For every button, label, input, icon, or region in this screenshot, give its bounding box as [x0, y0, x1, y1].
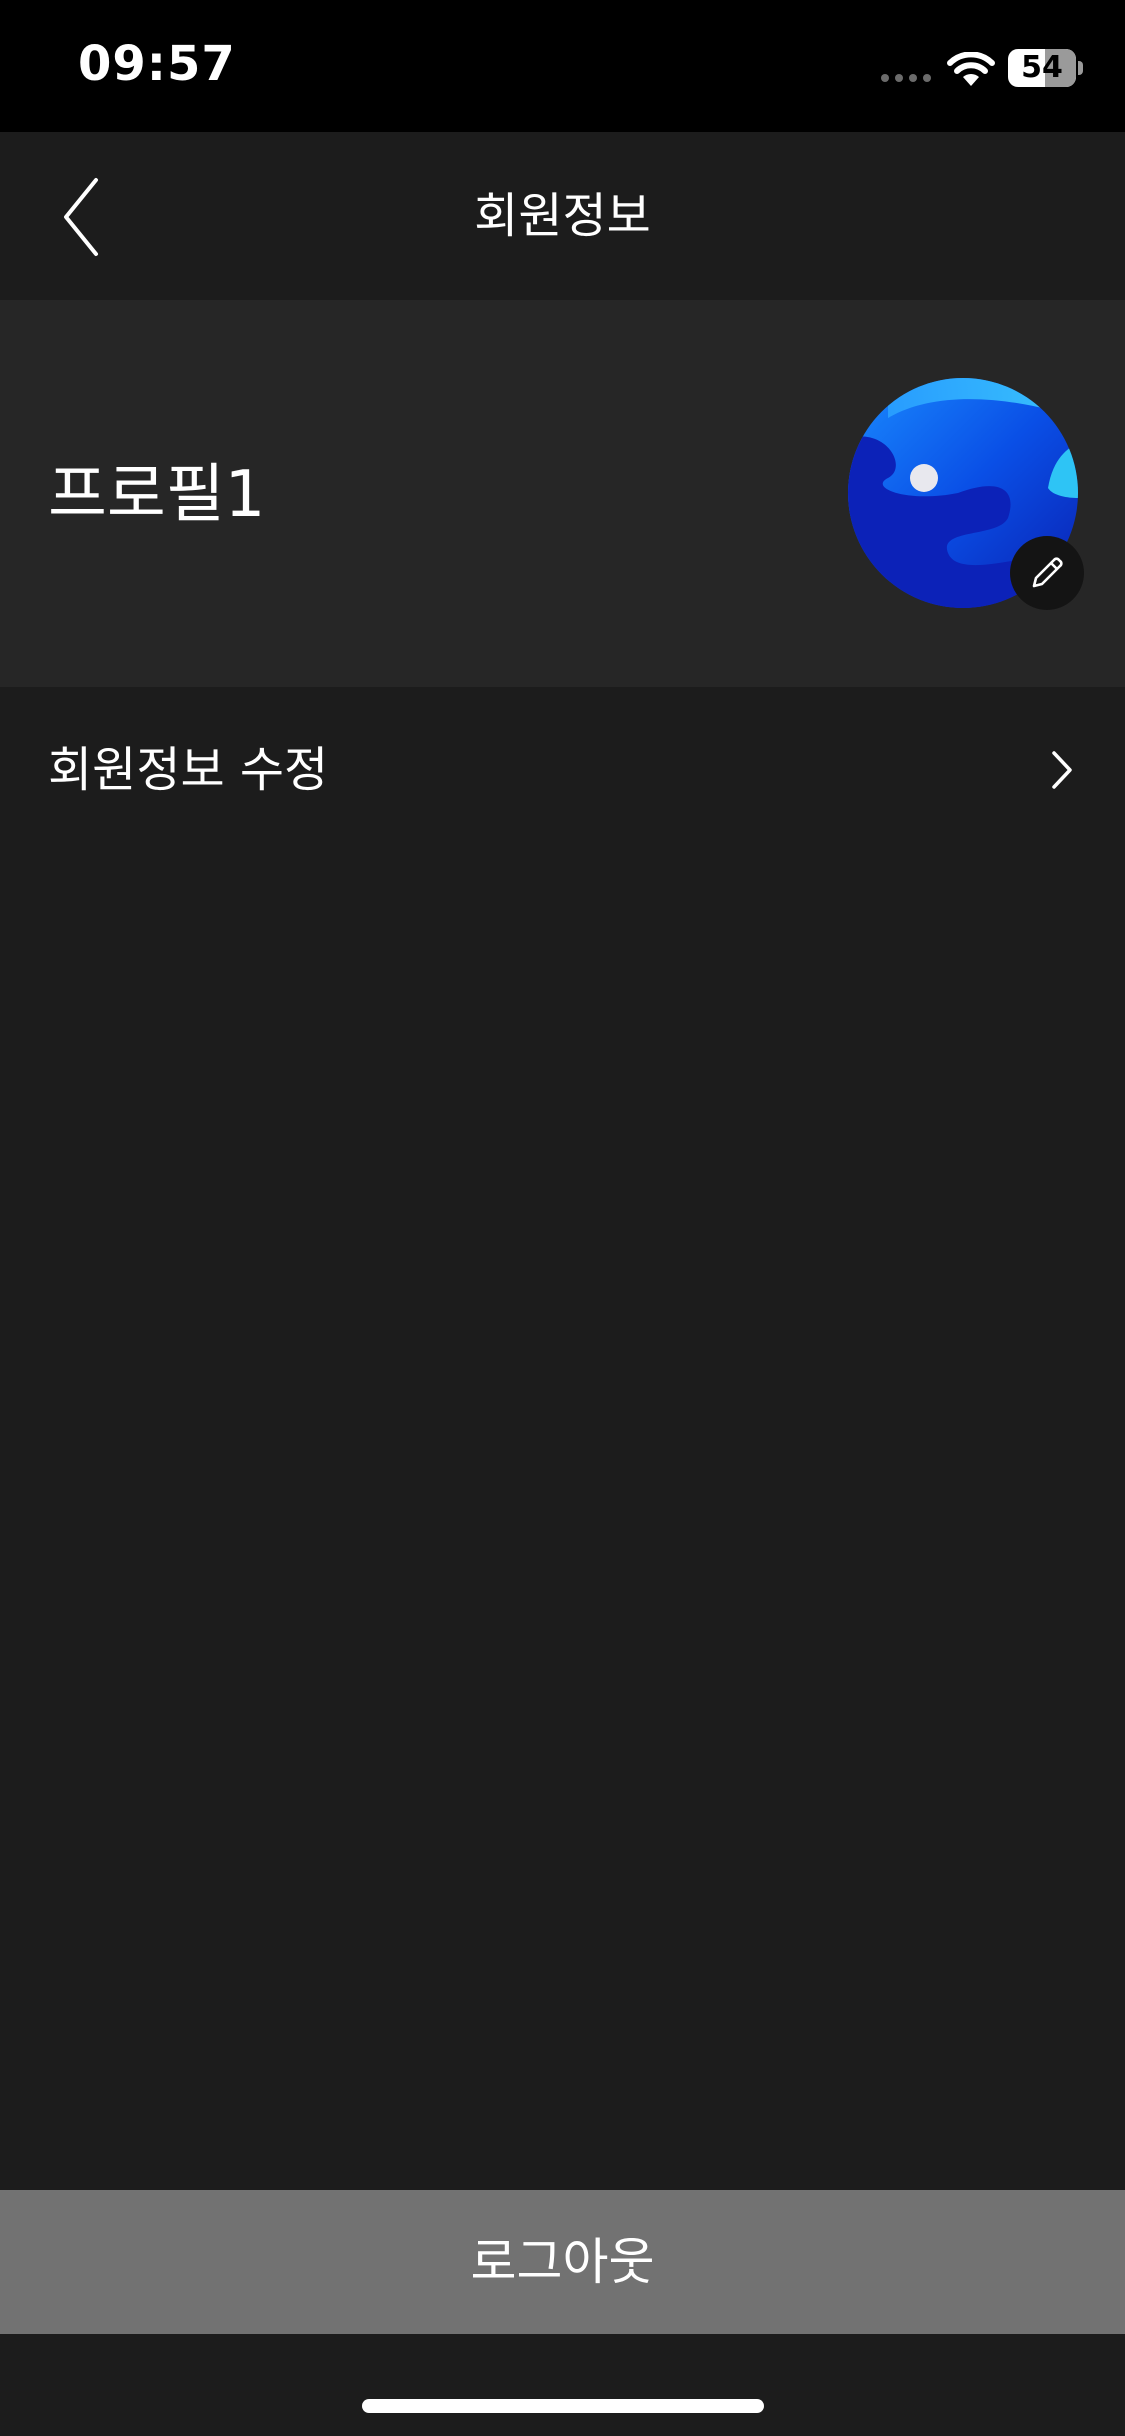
back-button[interactable] [50, 172, 120, 262]
nav-bar: 회원정보 [0, 132, 1125, 300]
wifi-icon [947, 52, 995, 86]
battery-icon: 54 [1008, 49, 1076, 87]
home-indicator [362, 2399, 764, 2413]
signal-dots-icon [881, 74, 931, 82]
status-time: 09:57 [78, 36, 236, 92]
battery-percent: 54 [1021, 50, 1063, 85]
edit-avatar-button[interactable] [1010, 536, 1084, 610]
status-bar: 09:57 54 [0, 0, 1125, 132]
logout-button[interactable]: 로그아웃 [0, 2190, 1125, 2334]
profile-name: 프로필1 [48, 458, 266, 532]
page-title: 회원정보 [474, 188, 651, 244]
edit-member-info-item[interactable]: 회원정보 수정 [0, 687, 1125, 853]
pencil-icon [1032, 557, 1063, 588]
profile-section: 프로필1 [0, 300, 1125, 687]
chevron-right-icon [1052, 751, 1072, 789]
menu-item-label: 회원정보 수정 [48, 742, 329, 798]
battery-nub [1078, 61, 1083, 75]
